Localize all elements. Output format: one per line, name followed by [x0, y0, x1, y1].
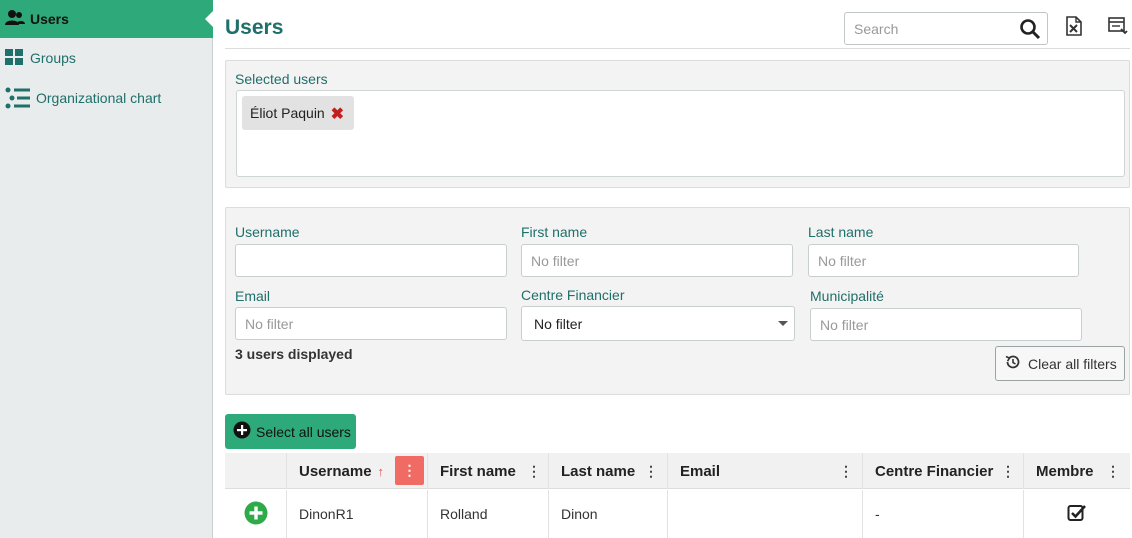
active-indicator — [205, 11, 213, 27]
cell-text: DinonR1 — [299, 506, 354, 522]
column-label: Centre Financier — [875, 462, 994, 480]
column-menu-icon[interactable]: ⋮ — [1001, 462, 1015, 480]
municipalite-filter-placeholder: No filter — [820, 316, 869, 333]
username-column-menu-icon[interactable]: ⋮ — [395, 456, 424, 485]
clear-filters-button[interactable]: Clear all filters — [995, 346, 1125, 381]
sidebar-item-label: Groups — [30, 50, 76, 66]
cell-email — [667, 490, 862, 538]
cell-text: - — [875, 506, 880, 522]
cell-username: DinonR1 — [286, 490, 427, 538]
column-header-centre-financier[interactable]: Centre Financier ⋮ — [862, 453, 1023, 489]
first-name-filter-input[interactable]: No filter — [521, 244, 793, 277]
centre-financier-select[interactable]: No filter — [521, 306, 795, 341]
page-title: Users — [225, 16, 284, 39]
checked-checkbox-icon[interactable] — [1067, 503, 1087, 526]
filter-last-name-label: Last name — [808, 224, 874, 240]
email-filter-placeholder: No filter — [245, 315, 294, 332]
table-header: Username ↑ First name ⋮ Last name ⋮ Emai… — [225, 453, 1130, 489]
column-header-last-name[interactable]: Last name ⋮ — [548, 453, 667, 489]
remove-icon[interactable]: ✖ — [331, 104, 344, 124]
column-settings-icon[interactable] — [1108, 16, 1128, 39]
column-label: Membre — [1036, 462, 1094, 480]
filter-municipalite-label: Municipalité — [810, 288, 884, 304]
cell-first-name: Rolland — [427, 490, 548, 538]
sidebar-item-users[interactable]: Users — [0, 0, 213, 38]
cell-membre — [1023, 490, 1130, 538]
sort-ascending-icon[interactable]: ↑ — [378, 464, 385, 479]
column-menu-icon[interactable]: ⋮ — [644, 462, 658, 480]
column-menu-icon[interactable]: ⋮ — [839, 462, 853, 480]
cell-text: Dinon — [561, 506, 598, 522]
groups-icon — [4, 47, 30, 69]
sidebar: Users Groups Organizational chart — [0, 0, 213, 538]
sidebar-item-org-chart[interactable]: Organizational chart — [0, 86, 213, 110]
selected-users-label: Selected users — [235, 71, 328, 87]
column-label: Email — [680, 462, 721, 480]
column-header-membre[interactable]: Membre ⋮ — [1023, 453, 1130, 489]
history-icon — [1004, 353, 1022, 374]
column-menu-icon[interactable]: ⋮ — [1106, 462, 1120, 480]
filter-first-name-label: First name — [521, 224, 588, 240]
last-name-filter-input[interactable]: No filter — [808, 244, 1079, 277]
first-name-filter-placeholder: No filter — [531, 252, 580, 269]
column-label: Username — [299, 462, 372, 480]
clear-filters-label: Clear all filters — [1028, 355, 1117, 372]
username-filter-input[interactable] — [235, 244, 507, 277]
filter-email-label: Email — [235, 288, 271, 304]
plus-circle-icon — [233, 421, 251, 442]
municipalite-filter-input[interactable]: No filter — [810, 308, 1082, 341]
cell-centre-financier: - — [862, 490, 1023, 538]
org-chart-icon — [4, 87, 36, 109]
sidebar-item-groups[interactable]: Groups — [0, 46, 213, 70]
table-row: DinonR1 Rolland Dinon - — [225, 490, 1130, 538]
header-divider — [225, 48, 1130, 49]
email-filter-input[interactable]: No filter — [235, 307, 507, 340]
column-header-first-name[interactable]: First name ⋮ — [427, 453, 548, 489]
export-excel-icon[interactable] — [1066, 16, 1082, 39]
column-header-email[interactable]: Email ⋮ — [667, 453, 862, 489]
cell-text: Rolland — [440, 506, 488, 522]
select-all-label: Select all users — [256, 423, 351, 440]
search-box[interactable] — [844, 12, 1048, 45]
selected-users-box[interactable] — [236, 90, 1125, 177]
filter-centre-label: Centre Financier — [521, 287, 625, 303]
row-add-cell — [225, 490, 286, 538]
chevron-down-icon — [778, 321, 788, 326]
centre-financier-selected: No filter — [534, 315, 583, 332]
sidebar-item-label: Users — [30, 11, 69, 27]
column-menu-icon[interactable]: ⋮ — [527, 462, 541, 480]
cell-last-name: Dinon — [548, 490, 667, 538]
last-name-filter-placeholder: No filter — [818, 252, 867, 269]
search-icon[interactable] — [1019, 18, 1041, 43]
selected-user-chip: Éliot Paquin ✖ — [242, 96, 354, 130]
column-label: First name — [440, 462, 516, 480]
users-icon — [4, 8, 30, 30]
add-user-icon[interactable] — [244, 501, 268, 528]
select-all-users-button[interactable]: Select all users — [225, 414, 356, 449]
chip-label: Éliot Paquin — [250, 105, 325, 121]
sidebar-item-label: Organizational chart — [36, 90, 162, 106]
users-count: 3 users displayed — [235, 346, 353, 362]
filter-username-label: Username — [235, 224, 300, 240]
search-input[interactable] — [845, 13, 1015, 44]
column-label: Last name — [561, 462, 636, 480]
